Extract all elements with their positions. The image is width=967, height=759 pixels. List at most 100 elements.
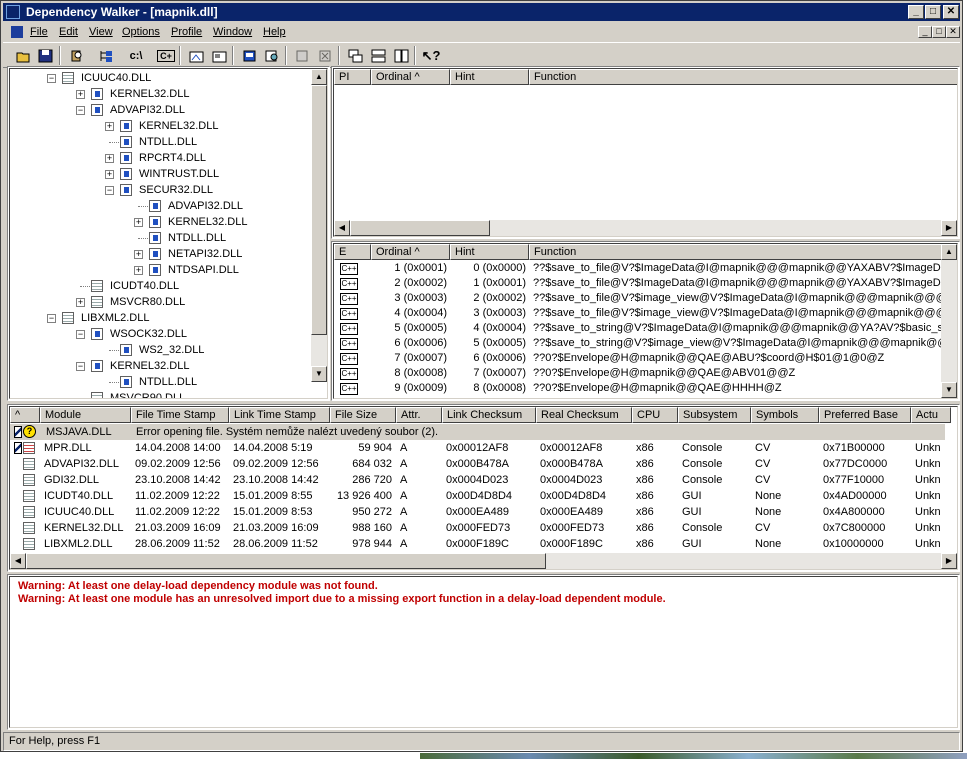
header-link-time-stamp[interactable]: Link Time Stamp xyxy=(229,407,330,423)
header-function[interactable]: Function xyxy=(529,69,957,85)
module-list[interactable]: ^ Module File Time Stamp Link Time Stamp Fil… xyxy=(9,406,958,570)
exports-vertical-scrollbar[interactable]: ▲ ▼ xyxy=(941,244,957,398)
tree-node[interactable]: NTDLL.DLL xyxy=(10,374,310,390)
header-actual-base[interactable]: Actu xyxy=(911,407,951,423)
header-subsystem[interactable]: Subsystem xyxy=(678,407,751,423)
scroll-left-icon[interactable]: ◀ xyxy=(10,553,26,569)
imports-list[interactable]: PI Ordinal ^ Hint Function ◀ ▶ xyxy=(333,68,958,237)
header-pi[interactable]: PI xyxy=(334,69,371,85)
collapse-icon[interactable]: − xyxy=(47,314,56,323)
header-hint[interactable]: Hint xyxy=(450,69,529,85)
export-row[interactable]: C++ 5 (0x0005) 4 (0x0004) ??$save_to_string… xyxy=(334,321,944,336)
scroll-down-icon[interactable]: ▼ xyxy=(311,366,327,382)
collapse-icon[interactable]: − xyxy=(47,74,56,83)
exports-list[interactable]: E Ordinal ^ Hint Function C++ 1 (0x0001) 0… xyxy=(333,243,958,399)
print-icon[interactable] xyxy=(238,45,260,66)
highlight-icon[interactable] xyxy=(291,45,313,66)
dependency-tree[interactable]: − ICUUC40.DLL + KERNEL32.DLL − ADVAPI32.DLL + K… xyxy=(9,68,328,399)
module-row[interactable]: ICUUC40.DLL 11.02.2009 12:22 15.01.2009 8:… xyxy=(10,504,945,520)
module-row[interactable]: LIBXML2.DLL 28.06.2009 11:52 28.06.2009 11… xyxy=(10,536,945,552)
properties-icon[interactable] xyxy=(208,45,230,66)
undecorate-cpp-button[interactable]: C+ xyxy=(155,45,177,66)
scroll-thumb[interactable] xyxy=(26,553,546,569)
tree-node[interactable]: + MSVCR80.DLL xyxy=(10,294,310,310)
title-bar[interactable]: Dependency Walker - [mapnik.dll] _ □ ✕ xyxy=(3,3,960,21)
scroll-left-icon[interactable]: ◀ xyxy=(334,220,350,236)
header-function[interactable]: Function xyxy=(529,244,943,260)
menu-view[interactable]: View xyxy=(89,26,113,38)
scroll-down-icon[interactable]: ▼ xyxy=(941,382,957,398)
header-hint[interactable]: Hint xyxy=(450,244,529,260)
tree-node[interactable]: − WSOCK32.DLL xyxy=(10,326,310,342)
open-icon[interactable] xyxy=(12,45,34,66)
module-row[interactable]: KERNEL32.DLL 21.03.2009 16:09 21.03.2009 1… xyxy=(10,520,945,536)
module-horizontal-scrollbar[interactable]: ◀ ▶ xyxy=(10,553,957,569)
undecorate-icon[interactable] xyxy=(314,45,336,66)
maximize-button[interactable]: □ xyxy=(925,5,941,19)
header-ordinal[interactable]: Ordinal ^ xyxy=(371,69,450,85)
expand-icon[interactable]: + xyxy=(105,170,114,179)
header-real-checksum[interactable]: Real Checksum xyxy=(536,407,632,423)
save-icon[interactable] xyxy=(34,45,56,66)
tile-horizontal-icon[interactable] xyxy=(367,45,389,66)
scroll-thumb[interactable] xyxy=(311,85,327,335)
header-symbols[interactable]: Symbols xyxy=(751,407,819,423)
header-link-checksum[interactable]: Link Checksum xyxy=(442,407,536,423)
mdi-close-button[interactable]: ✕ xyxy=(946,26,960,38)
tree-vertical-scrollbar[interactable]: ▲ ▼ xyxy=(311,69,327,382)
document-icon[interactable] xyxy=(11,26,23,38)
tree-node[interactable]: NTDLL.DLL xyxy=(10,134,310,150)
collapse-icon[interactable]: − xyxy=(76,106,85,115)
expand-icon[interactable]: + xyxy=(134,250,143,259)
tree-node[interactable]: + WINTRUST.DLL xyxy=(10,166,310,182)
log-view[interactable]: Warning: At least one delay-load depende… xyxy=(9,576,958,728)
module-row[interactable]: ICUDT40.DLL 11.02.2009 12:22 15.01.2009 8:… xyxy=(10,488,945,504)
tree-node[interactable]: ICUDT40.DLL xyxy=(10,278,310,294)
mdi-minimize-button[interactable]: _ xyxy=(918,26,932,38)
header-file-size[interactable]: File Size xyxy=(330,407,396,423)
scroll-right-icon[interactable]: ▶ xyxy=(941,220,957,236)
module-row-error[interactable]: ? MSJAVA.DLL Error opening file. Systém ne… xyxy=(10,424,945,440)
full-paths-button[interactable]: c:\ xyxy=(125,45,147,66)
export-row[interactable]: C++ 3 (0x0003) 2 (0x0002) ??$save_to_file@V… xyxy=(334,291,944,306)
minimize-button[interactable]: _ xyxy=(908,5,924,19)
header-cpu[interactable]: CPU xyxy=(632,407,678,423)
module-row[interactable]: ADVAPI32.DLL 09.02.2009 12:56 09.02.2009 1… xyxy=(10,456,945,472)
tree-node[interactable]: − SECUR32.DLL xyxy=(10,182,310,198)
export-row[interactable]: C++ 1 (0x0001) 0 (0x0000) ??$save_to_file@V… xyxy=(334,261,944,276)
menu-help[interactable]: Help xyxy=(263,26,286,38)
tree-node[interactable]: WS2_32.DLL xyxy=(10,342,310,358)
mdi-restore-button[interactable]: □ xyxy=(932,26,946,38)
module-row[interactable]: GDI32.DLL 23.10.2008 14:42 23.10.2008 14:4… xyxy=(10,472,945,488)
export-row[interactable]: C++ 4 (0x0004) 3 (0x0003) ??$save_to_file@V… xyxy=(334,306,944,321)
cascade-icon[interactable] xyxy=(344,45,366,66)
configure-icon[interactable] xyxy=(185,45,207,66)
scroll-right-icon[interactable]: ▶ xyxy=(941,553,957,569)
expand-icon[interactable]: + xyxy=(76,298,85,307)
header-e[interactable]: E xyxy=(334,244,371,260)
expand-icon[interactable]: + xyxy=(105,154,114,163)
export-row[interactable]: C++ 9 (0x0009) 8 (0x0008) ??0?$Envelope@H@m… xyxy=(334,381,944,396)
tree-node[interactable]: NTDLL.DLL xyxy=(10,230,310,246)
export-row[interactable]: C++ 6 (0x0006) 5 (0x0005) ??$save_to_string… xyxy=(334,336,944,351)
tree-node[interactable]: − ADVAPI32.DLL xyxy=(10,102,310,118)
menu-window[interactable]: Window xyxy=(213,26,252,38)
header-ordinal[interactable]: Ordinal ^ xyxy=(371,244,450,260)
copy-icon[interactable] xyxy=(95,45,117,66)
tree-node[interactable]: + KERNEL32.DLL xyxy=(10,214,310,230)
tree-node[interactable]: + KERNEL32.DLL xyxy=(10,86,310,102)
tree-node[interactable]: + NTDSAPI.DLL xyxy=(10,262,310,278)
header-file-time-stamp[interactable]: File Time Stamp xyxy=(131,407,229,423)
tree-node[interactable]: MSVCR90.DLL xyxy=(10,390,310,398)
menu-options[interactable]: Options xyxy=(122,26,160,38)
header-module[interactable]: Module xyxy=(40,407,131,423)
context-help-icon[interactable]: ↖? xyxy=(420,45,442,66)
collapse-icon[interactable]: − xyxy=(105,186,114,195)
tile-vertical-icon[interactable] xyxy=(390,45,412,66)
close-button[interactable]: ✕ xyxy=(943,5,959,19)
export-row[interactable]: C++ 2 (0x0002) 1 (0x0001) ??$save_to_file@V… xyxy=(334,276,944,291)
scroll-thumb[interactable] xyxy=(350,220,490,236)
find-icon[interactable] xyxy=(65,45,87,66)
tree-node[interactable]: − LIBXML2.DLL xyxy=(10,310,310,326)
collapse-icon[interactable]: − xyxy=(76,362,85,371)
